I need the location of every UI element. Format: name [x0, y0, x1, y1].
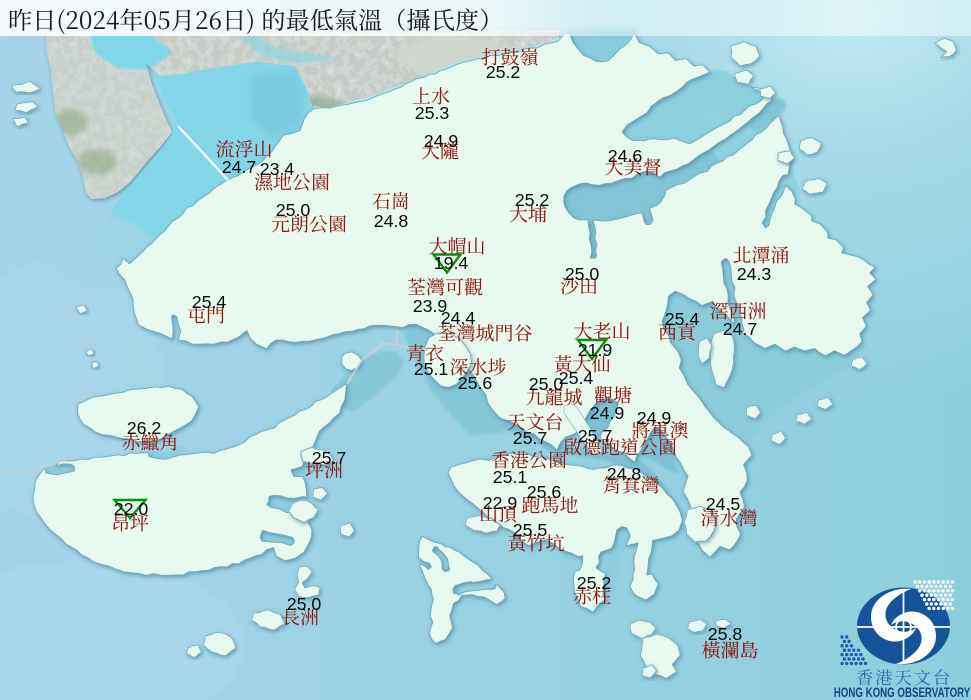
svg-text:25.7: 25.7	[312, 448, 347, 468]
svg-text:24.9: 24.9	[637, 408, 672, 428]
svg-text:19.4: 19.4	[434, 253, 469, 273]
svg-text:22.9: 22.9	[483, 493, 518, 513]
svg-text:22.0: 22.0	[114, 499, 149, 519]
svg-text:25.2: 25.2	[515, 190, 550, 210]
svg-text:25.0: 25.0	[565, 264, 600, 284]
svg-text:HONG KONG OBSERVATORY: HONG KONG OBSERVATORY	[834, 686, 971, 700]
svg-text:21.9: 21.9	[578, 340, 613, 360]
svg-text:24.6: 24.6	[608, 146, 643, 166]
svg-text:24.9: 24.9	[590, 403, 625, 423]
svg-text:25.0: 25.0	[287, 594, 322, 614]
svg-text:24.8: 24.8	[374, 211, 409, 231]
svg-text:25.3: 25.3	[415, 103, 450, 123]
svg-text:25.1: 25.1	[493, 467, 528, 487]
svg-text:24.4: 24.4	[441, 308, 476, 328]
svg-text:24.9: 24.9	[424, 131, 459, 151]
svg-text:25.7: 25.7	[513, 428, 548, 448]
svg-text:25.1: 25.1	[414, 359, 449, 379]
svg-text:26.2: 26.2	[127, 418, 162, 438]
svg-text:25.2: 25.2	[486, 62, 521, 82]
svg-text:25.4: 25.4	[192, 292, 227, 312]
svg-text:25.6: 25.6	[458, 373, 493, 393]
svg-text:24.3: 24.3	[737, 264, 772, 284]
svg-text:25.2: 25.2	[577, 573, 612, 593]
svg-text:25.6: 25.6	[527, 482, 562, 502]
svg-text:25.7: 25.7	[578, 426, 613, 446]
svg-text:25.4: 25.4	[665, 309, 700, 329]
svg-text:24.8: 24.8	[607, 464, 642, 484]
svg-text:24.7: 24.7	[723, 319, 758, 339]
svg-text:23.4: 23.4	[260, 159, 295, 179]
svg-text:25.5: 25.5	[513, 520, 548, 540]
svg-text:24.5: 24.5	[706, 494, 741, 514]
svg-text:25.0: 25.0	[276, 200, 311, 220]
svg-text:25.8: 25.8	[708, 624, 743, 644]
svg-text:24.7: 24.7	[222, 157, 257, 177]
svg-text:25.0: 25.0	[529, 374, 564, 394]
svg-text:25.4: 25.4	[559, 368, 594, 388]
